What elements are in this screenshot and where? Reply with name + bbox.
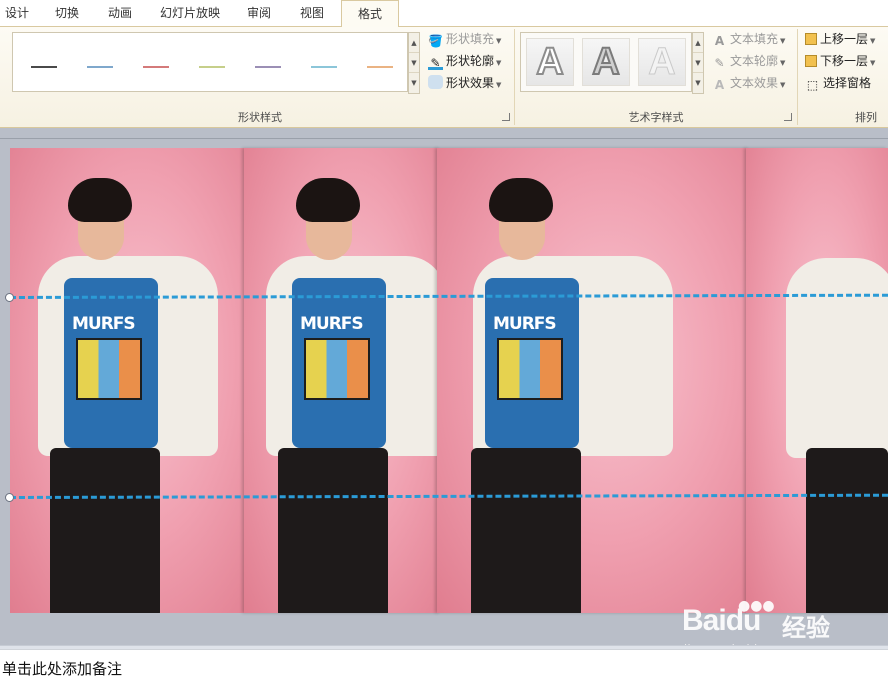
- wordart-gallery-scroll[interactable]: ▲ ▼ ▼: [692, 32, 704, 94]
- figure-pants: [471, 448, 581, 613]
- group-divider: [514, 29, 515, 125]
- shirt-logo-text: MURFS: [72, 314, 136, 334]
- shape-effects-icon: [428, 75, 443, 89]
- figure-jacket: [786, 258, 888, 458]
- watermark-brand: Baidu: [682, 604, 761, 637]
- selection-pane-icon: ⬚: [806, 78, 819, 92]
- wordart-sample[interactable]: A: [638, 38, 686, 86]
- text-outline-icon: ✎: [714, 56, 725, 70]
- scroll-down-icon[interactable]: ▼: [693, 53, 703, 73]
- line-style-swatch[interactable]: [199, 66, 225, 68]
- shape-gallery-scroll[interactable]: ▲ ▼ ▼: [408, 32, 420, 94]
- wordart-styles-group-label: 艺术字样式: [628, 111, 684, 124]
- tab-review[interactable]: 审阅: [238, 0, 280, 27]
- line-style-swatch[interactable]: [143, 66, 169, 68]
- pencil-icon: ✎: [428, 56, 443, 70]
- paint-bucket-icon: 🪣: [428, 34, 443, 48]
- chevron-down-icon: ▼: [870, 59, 876, 67]
- bring-forward-icon: [805, 33, 817, 45]
- figure-pants: [278, 448, 388, 613]
- group-divider: [797, 29, 798, 125]
- gallery-more-icon[interactable]: ▼: [409, 73, 419, 93]
- shape-fill-label: 形状填充: [446, 32, 495, 46]
- gallery-more-icon[interactable]: ▼: [693, 73, 703, 93]
- text-fill-button[interactable]: A 文本填充 ▼: [712, 30, 786, 49]
- line-style-swatch[interactable]: [367, 66, 393, 68]
- dialog-launcher-icon[interactable]: [784, 113, 792, 121]
- figure-shirt-print: [497, 338, 563, 400]
- slide-picture[interactable]: MURFS: [244, 148, 440, 613]
- shape-outline-button[interactable]: ✎ 形状轮廓 ▼: [428, 52, 501, 71]
- scroll-up-icon[interactable]: ▲: [693, 33, 703, 53]
- line-style-swatch[interactable]: [311, 66, 337, 68]
- shape-outline-label: 形状轮廓: [446, 54, 495, 68]
- shape-style-gallery[interactable]: [12, 32, 408, 92]
- tab-slideshow[interactable]: 幻灯片放映: [150, 0, 230, 27]
- line-style-swatch[interactable]: [255, 66, 281, 68]
- ribbon-tab-bar: 设计 切换 动画 幻灯片放映 审阅 视图 格式: [0, 0, 888, 28]
- shirt-logo-text: MURFS: [493, 314, 557, 334]
- slide-picture[interactable]: MURFS: [437, 148, 749, 613]
- tab-transitions[interactable]: 切换: [44, 0, 90, 27]
- figure-hair: [296, 178, 360, 222]
- wordart-sample[interactable]: A: [526, 38, 574, 86]
- line-style-swatch[interactable]: [87, 66, 113, 68]
- chevron-down-icon: ▼: [496, 59, 502, 67]
- ribbon: ▲ ▼ ▼ 🪣 形状填充 ▼ ✎ 形状轮廓 ▼ 形状效果 ▼ 形状样式 A A A ▲ ▼…: [0, 27, 888, 128]
- wordart-sample[interactable]: A: [582, 38, 630, 86]
- notes-placeholder[interactable]: 单击此处添加备注: [2, 658, 122, 679]
- chevron-down-icon: ▼: [780, 59, 786, 67]
- text-effects-label: 文本效果: [730, 76, 779, 90]
- arrange-group-label: 排列: [855, 111, 877, 124]
- figure-hair: [68, 178, 132, 222]
- chevron-down-icon: ▼: [870, 37, 876, 45]
- slide-top-edge: [0, 138, 888, 139]
- bring-forward-button[interactable]: 上移一层 ▼: [805, 30, 875, 49]
- watermark-cn: 经验: [782, 614, 830, 642]
- send-backward-button[interactable]: 下移一层 ▼: [805, 52, 875, 71]
- figure-pants: [806, 448, 888, 613]
- notes-pane[interactable]: 单击此处添加备注: [0, 649, 888, 681]
- shirt-logo-text: MURFS: [300, 314, 364, 334]
- chevron-down-icon: ▼: [780, 37, 786, 45]
- shape-styles-group-label: 形状样式: [238, 111, 282, 124]
- line-endpoint-handle[interactable]: [5, 493, 14, 502]
- line-style-swatch[interactable]: [31, 66, 57, 68]
- scroll-up-icon[interactable]: ▲: [409, 33, 419, 53]
- chevron-down-icon: ▼: [496, 81, 502, 89]
- scroll-down-icon[interactable]: ▼: [409, 53, 419, 73]
- tab-animations[interactable]: 动画: [98, 0, 142, 27]
- selection-pane-label: 选择窗格: [823, 76, 872, 90]
- figure-shirt-print: [304, 338, 370, 400]
- selection-pane-button[interactable]: ⬚ 选择窗格: [805, 74, 871, 93]
- text-fill-label: 文本填充: [730, 32, 779, 46]
- chevron-down-icon: ▼: [780, 81, 786, 89]
- bring-forward-label: 上移一层: [820, 32, 869, 46]
- figure-hair: [489, 178, 553, 222]
- dialog-launcher-icon[interactable]: [502, 113, 510, 121]
- tab-view[interactable]: 视图: [290, 0, 334, 27]
- chevron-down-icon: ▼: [496, 37, 502, 45]
- text-outline-button[interactable]: ✎ 文本轮廓 ▼: [712, 52, 785, 71]
- figure-pants: [50, 448, 160, 613]
- slide-picture[interactable]: [746, 148, 888, 613]
- shape-effects-button[interactable]: 形状效果 ▼: [428, 74, 501, 93]
- line-endpoint-handle[interactable]: [5, 293, 14, 302]
- send-backward-label: 下移一层: [820, 54, 869, 68]
- send-backward-icon: [805, 55, 817, 67]
- tab-format[interactable]: 格式: [341, 0, 399, 28]
- figure-shirt-print: [76, 338, 142, 400]
- shape-effects-label: 形状效果: [446, 76, 495, 90]
- shape-fill-button[interactable]: 🪣 形状填充 ▼: [428, 30, 501, 49]
- slide-picture[interactable]: MURFS: [10, 148, 246, 613]
- tab-design[interactable]: 设计: [0, 0, 34, 27]
- text-fill-icon: A: [714, 34, 725, 48]
- text-effects-button[interactable]: A 文本效果 ▼: [712, 74, 786, 93]
- slide-editing-area[interactable]: MURFS MURFS MURFS: [0, 128, 888, 645]
- text-effects-icon: A: [714, 78, 725, 92]
- text-outline-label: 文本轮廓: [730, 54, 779, 68]
